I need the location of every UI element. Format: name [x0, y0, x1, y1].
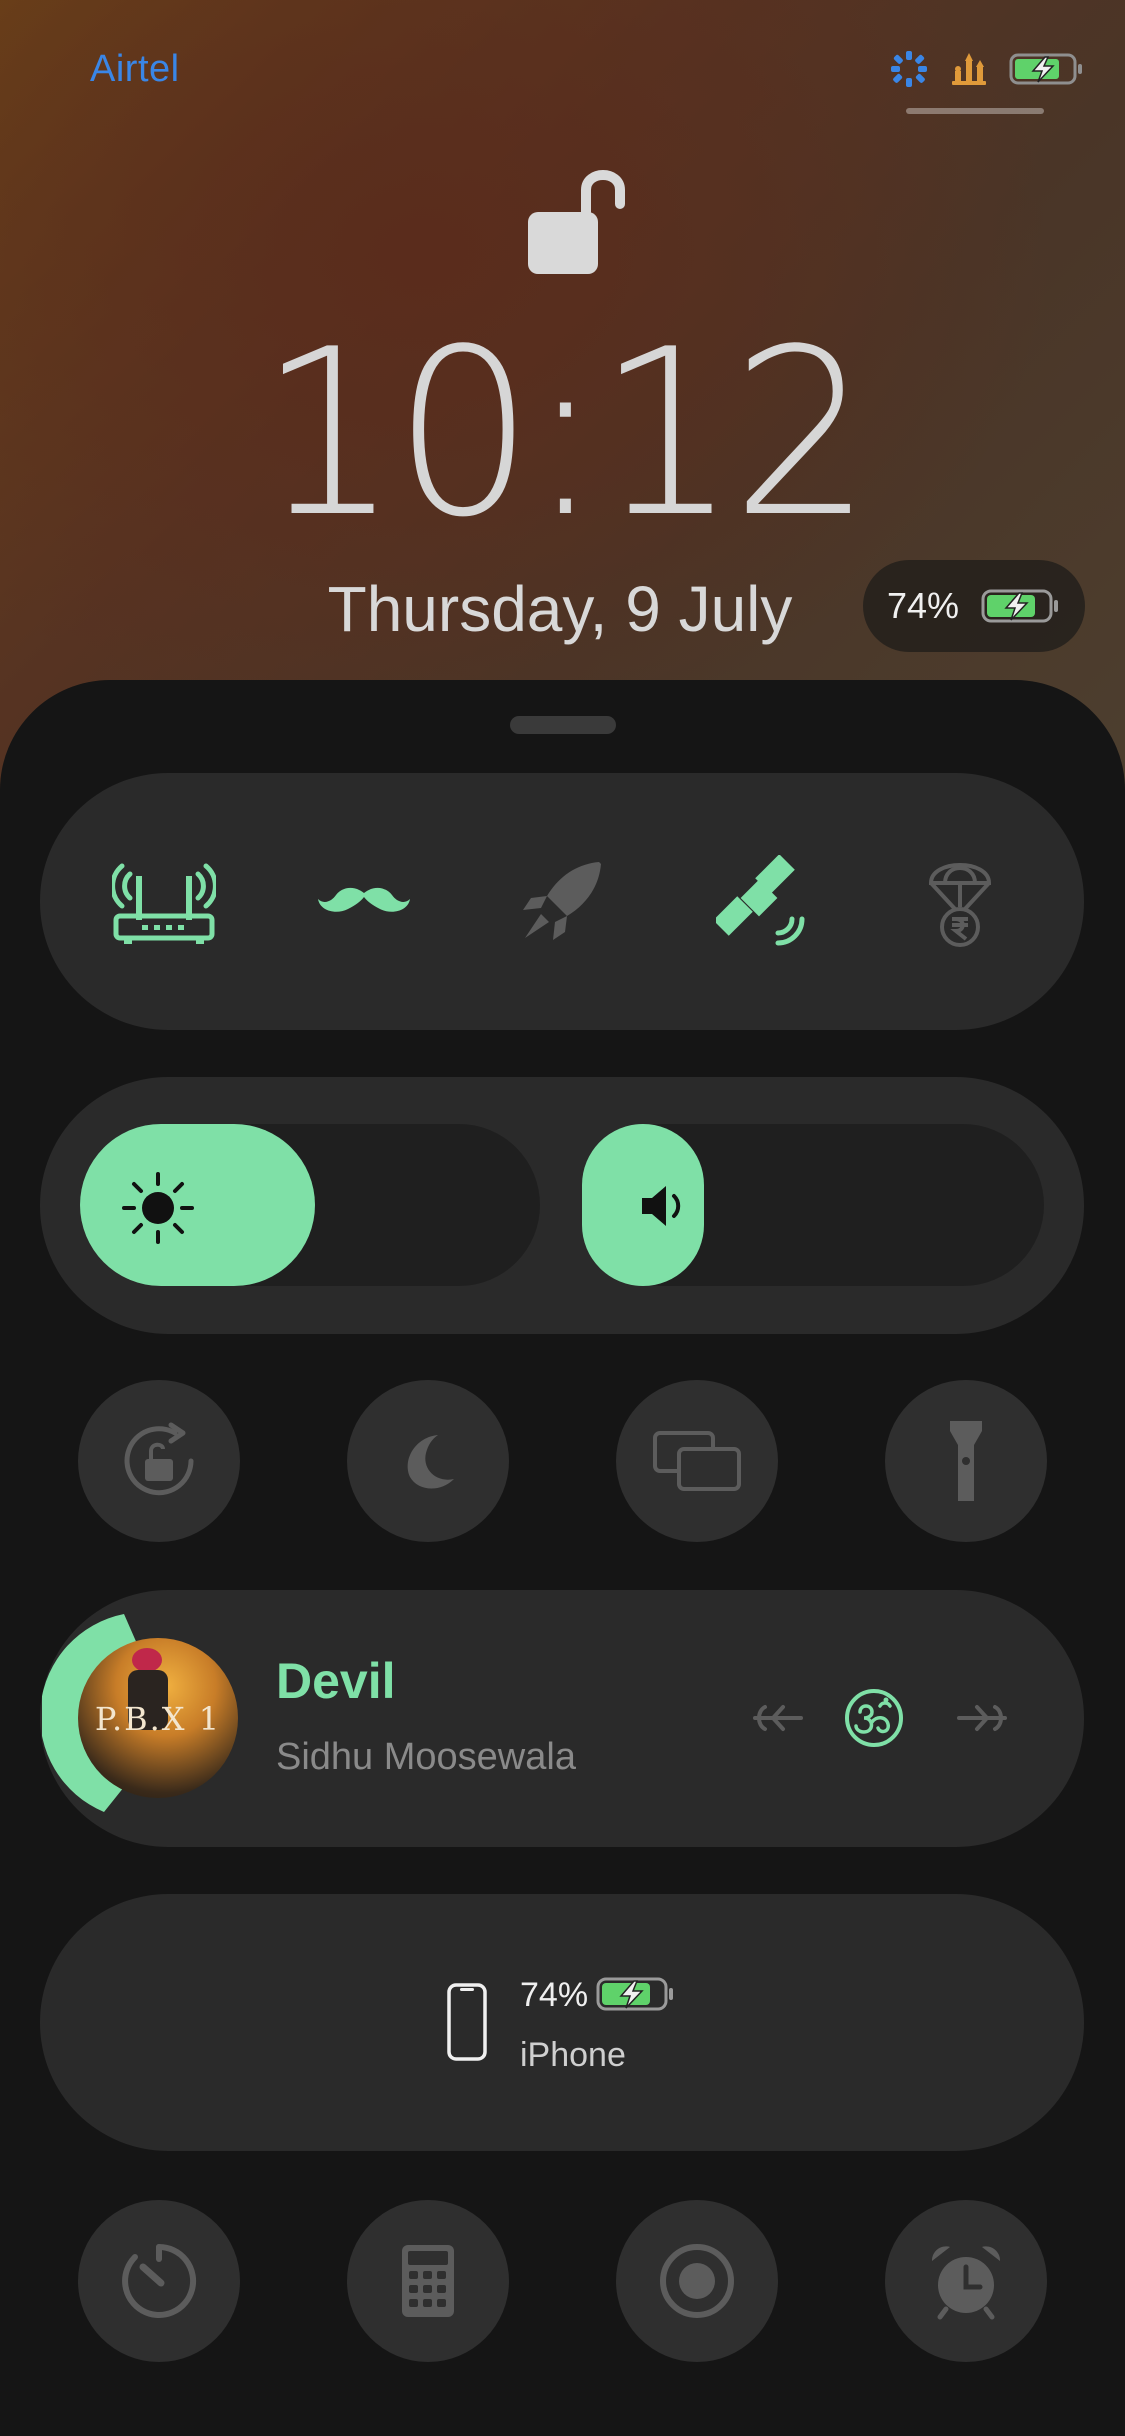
loading-ring-icon — [891, 51, 927, 87]
battery-charging-icon — [981, 589, 1059, 623]
rotation-lock-button[interactable] — [78, 1380, 240, 1542]
rotation-lock-icon — [124, 1422, 194, 1496]
sliders-panel — [40, 1077, 1084, 1334]
brightness-slider-fill — [80, 1124, 315, 1286]
status-icons — [889, 44, 1085, 94]
unlocked-padlock-icon — [528, 170, 625, 274]
device-battery-panel: 74% iPhone — [40, 1894, 1084, 2151]
next-icon — [957, 1705, 1007, 1731]
lock-screen-time: 10:12 — [258, 301, 872, 568]
rocket-icon — [523, 862, 601, 940]
top-indicator-bar — [906, 108, 1044, 114]
battery-percent: 74% — [886, 585, 960, 626]
control-center-sheet[interactable]: P.B.X 1 Devil Sidhu Moosewala 74% iPhone — [0, 680, 1125, 2436]
carrier-name: Airtel — [90, 48, 180, 90]
lock-screen-date: Thursday, 9 July — [327, 573, 793, 645]
alarm-button[interactable] — [885, 2200, 1047, 2362]
status-bar: Airtel — [0, 0, 1125, 140]
device-battery-percent: 74% — [520, 1976, 589, 2014]
timer-button[interactable] — [78, 2200, 240, 2362]
brightness-slider[interactable] — [80, 1124, 540, 1286]
do-not-disturb-button[interactable] — [347, 1380, 509, 1542]
rupee-parachute-toggle[interactable] — [908, 849, 1012, 953]
album-art-title: P.B.X 1 — [94, 1700, 222, 1738]
battery-charging-icon — [596, 1977, 673, 2011]
mustache-icon — [318, 887, 410, 912]
rocket-toggle[interactable] — [510, 849, 614, 953]
mustache-toggle[interactable] — [312, 849, 416, 953]
flashlight-icon — [950, 1421, 982, 1501]
screen-mirroring-icon — [653, 1431, 741, 1491]
screen-record-button[interactable] — [616, 2200, 778, 2362]
satellite-icon — [716, 855, 805, 946]
album-art-figure — [132, 1648, 162, 1672]
sun-icon — [122, 1172, 194, 1244]
om-icon — [845, 1689, 903, 1747]
speaker-icon — [642, 1186, 681, 1226]
album-art[interactable]: P.B.X 1 — [78, 1638, 238, 1798]
battery-status-pill: 74% — [863, 560, 1085, 652]
volume-slider[interactable] — [582, 1124, 1044, 1286]
timer-icon — [122, 2244, 197, 2318]
wifi-router-icon — [112, 863, 216, 944]
now-playing-panel[interactable]: P.B.X 1 Devil Sidhu Moosewala — [40, 1590, 1084, 1847]
moon-icon — [407, 1435, 454, 1489]
sheet-grabber[interactable] — [510, 716, 616, 734]
calculator-icon — [402, 2245, 454, 2317]
previous-track-button[interactable] — [746, 1686, 810, 1750]
calculator-button[interactable] — [347, 2200, 509, 2362]
device-name: iPhone — [520, 2036, 626, 2074]
screen-mirroring-button[interactable] — [616, 1380, 778, 1542]
alarm-icon — [931, 2246, 1001, 2320]
next-track-button[interactable] — [950, 1686, 1014, 1750]
connectivity-panel — [40, 773, 1084, 1030]
chess-icon — [952, 53, 986, 85]
song-artist: Sidhu Moosewala — [276, 1736, 576, 1778]
wifi-router-toggle[interactable] — [112, 849, 216, 953]
satellite-toggle[interactable] — [710, 849, 814, 953]
play-pause-button[interactable] — [842, 1686, 906, 1750]
flashlight-button[interactable] — [885, 1380, 1047, 1542]
iphone-icon — [447, 1983, 487, 2061]
battery-charging-icon — [1009, 53, 1082, 85]
previous-icon — [753, 1705, 803, 1731]
rupee-parachute-icon — [928, 863, 992, 947]
record-icon — [660, 2244, 734, 2318]
song-title: Devil — [276, 1653, 396, 1709]
